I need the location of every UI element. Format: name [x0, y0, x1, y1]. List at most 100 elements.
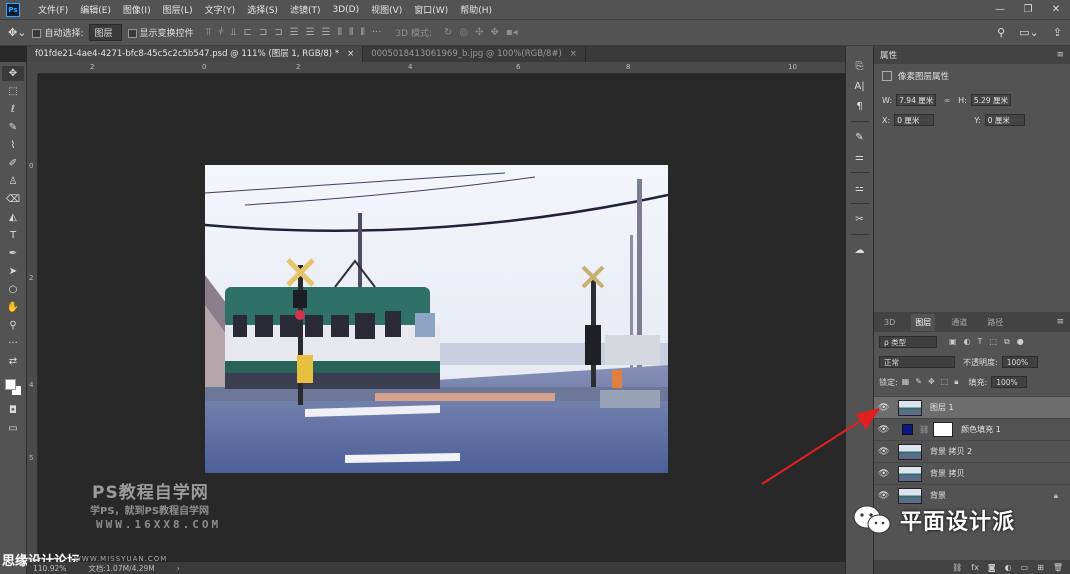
y-field[interactable]: 0 厘米: [984, 114, 1025, 126]
minimize-button[interactable]: —: [986, 4, 1014, 15]
distribute-icon-6[interactable]: ⦀: [360, 27, 364, 38]
marquee-tool-icon[interactable]: ⬚: [2, 84, 24, 99]
auto-select-check-box[interactable]: [32, 29, 42, 38]
3d-pan-icon[interactable]: ✣: [475, 27, 483, 38]
x-field[interactable]: 0 厘米: [894, 114, 935, 126]
blend-mode-dropdown[interactable]: 正常: [879, 356, 955, 368]
brush-settings-icon[interactable]: ✎: [850, 129, 870, 145]
character-icon[interactable]: A|: [850, 78, 870, 94]
type-tool-icon[interactable]: T: [2, 228, 24, 243]
menu-image[interactable]: 图像(I): [117, 3, 157, 16]
close-button[interactable]: ✕: [1042, 4, 1070, 15]
styles-icon[interactable]: ⚍: [850, 180, 870, 196]
stamp-tool-icon[interactable]: ♙: [2, 174, 24, 189]
lock-all-icon[interactable]: 🔒︎: [954, 377, 958, 387]
screen-mode-icon[interactable]: ▭: [2, 421, 24, 436]
properties-tab[interactable]: 属性: [880, 49, 897, 61]
layer-row-color-fill[interactable]: 👁︎ ⛓︎ 颜色填充 1: [874, 418, 1070, 440]
brush-tool-icon[interactable]: ✐: [2, 156, 24, 171]
fill-field[interactable]: 100%: [991, 376, 1028, 388]
filter-shape-icon[interactable]: ⬚: [989, 337, 997, 347]
align-right-icon[interactable]: ⊐: [274, 27, 282, 38]
tab-3d[interactable]: 3D: [880, 315, 899, 330]
path-select-tool-icon[interactable]: ➤: [2, 264, 24, 279]
quick-select-tool-icon[interactable]: ✎: [2, 120, 24, 135]
menu-window[interactable]: 窗口(W): [408, 3, 454, 16]
tab-psd-document[interactable]: f01fde21-4ae4-4271-bfc8-45c5c2c5b547.psd…: [27, 46, 364, 62]
document-canvas-image[interactable]: [205, 165, 668, 473]
align-vcenter-icon[interactable]: ⫩: [218, 27, 224, 38]
paragraph-icon[interactable]: ¶: [850, 98, 870, 114]
add-mask-icon[interactable]: ◙: [988, 563, 996, 572]
align-bottom-icon[interactable]: ⫫: [231, 27, 237, 38]
align-left-icon[interactable]: ⊏: [244, 27, 252, 38]
distribute-icon-5[interactable]: ⦀: [349, 27, 353, 38]
menu-file[interactable]: 文件(F): [32, 3, 74, 16]
tab-paths[interactable]: 路径: [983, 314, 1007, 331]
distribute-icon-3[interactable]: ☰: [322, 27, 331, 38]
foreground-color-swatch[interactable]: [5, 379, 16, 390]
workspace-icon[interactable]: ▭⌄: [1019, 26, 1039, 39]
show-transform-check-box[interactable]: [127, 29, 137, 38]
paint-bucket-tool-icon[interactable]: ◭: [2, 210, 24, 225]
move-tool-icon[interactable]: ✥: [2, 66, 24, 81]
tools-preset-icon[interactable]: ✂: [850, 211, 870, 227]
opacity-field[interactable]: 100%: [1001, 356, 1038, 368]
history-icon[interactable]: ⎘: [850, 58, 870, 74]
menu-filter[interactable]: 滤镜(T): [284, 3, 327, 16]
adjustment-layer-icon[interactable]: ◐: [1005, 563, 1012, 572]
zoom-level[interactable]: 110.92%: [33, 564, 66, 573]
layer-row-bg-copy[interactable]: 👁︎ 背景 拷贝: [874, 462, 1070, 484]
zoom-tool-icon[interactable]: ⚲: [2, 318, 24, 333]
3d-slide-icon[interactable]: ✥: [490, 27, 498, 38]
layer-style-icon[interactable]: fx: [971, 563, 979, 572]
menu-type[interactable]: 文字(Y): [199, 3, 242, 16]
3d-scale-icon[interactable]: ▪◂: [506, 27, 518, 38]
width-field[interactable]: 7.94 厘米: [896, 94, 937, 106]
adjustments-icon[interactable]: ⚌: [850, 149, 870, 165]
search-icon[interactable]: ⚲: [997, 26, 1005, 39]
distribute-icon[interactable]: ☰: [290, 27, 299, 38]
3d-roll-icon[interactable]: ◎: [459, 27, 468, 38]
lasso-tool-icon[interactable]: ℓ: [2, 102, 24, 117]
eraser-tool-icon[interactable]: ⌫: [2, 192, 24, 207]
menu-3d[interactable]: 3D(D): [326, 5, 365, 15]
quick-mask-icon[interactable]: ◘: [2, 403, 24, 418]
tab-layers[interactable]: 图层: [911, 313, 936, 331]
more-options-icon[interactable]: ···: [372, 27, 382, 38]
kind-filter-dropdown[interactable]: ρ 类型: [879, 336, 937, 348]
fill-color-swatch[interactable]: [902, 424, 913, 435]
close-tab-icon[interactable]: ×: [347, 49, 354, 59]
auto-select-target-dropdown[interactable]: 图层: [89, 24, 122, 41]
chain-link-icon[interactable]: ⛓︎: [919, 425, 929, 434]
eyedropper-tool-icon[interactable]: ⌇: [2, 138, 24, 153]
menu-layer[interactable]: 图层(L): [157, 3, 199, 16]
tab-channels[interactable]: 通道: [947, 314, 971, 331]
align-top-icon[interactable]: ⫪: [206, 27, 212, 38]
lock-artboard-icon[interactable]: ⬚: [941, 377, 949, 387]
restore-button[interactable]: ❐: [1014, 4, 1042, 15]
distribute-icon-4[interactable]: ⦀: [338, 27, 342, 38]
show-transform-checkbox[interactable]: 显示变换控件: [127, 26, 194, 39]
lock-pixels-icon[interactable]: ✎: [915, 377, 922, 387]
share-icon[interactable]: ⇪: [1053, 26, 1062, 39]
layer-row-bg-copy-2[interactable]: 👁︎ 背景 拷贝 2: [874, 440, 1070, 462]
swap-colors-icon[interactable]: ⇄: [2, 354, 24, 369]
move-tool-icon[interactable]: ✥⌄: [8, 26, 26, 39]
panel-menu-icon[interactable]: ≡: [1056, 317, 1064, 327]
distribute-icon-2[interactable]: ☰: [306, 27, 315, 38]
menu-view[interactable]: 视图(V): [365, 3, 408, 16]
hand-tool-icon[interactable]: ✋: [2, 300, 24, 315]
group-icon[interactable]: ▭: [1021, 563, 1029, 572]
3d-orbit-icon[interactable]: ↻: [444, 27, 452, 38]
layer-row-layer1[interactable]: 👁︎ 图层 1: [874, 396, 1070, 418]
delete-layer-icon[interactable]: 🗑︎: [1053, 563, 1063, 572]
pen-tool-icon[interactable]: ✒: [2, 246, 24, 261]
more-tools-icon[interactable]: ···: [2, 336, 24, 351]
lock-position-icon[interactable]: ✥: [928, 377, 935, 387]
shape-tool-icon[interactable]: ○: [2, 282, 24, 297]
height-field[interactable]: 5.29 厘米: [970, 94, 1011, 106]
filter-adjust-icon[interactable]: ◐: [964, 337, 971, 347]
link-icon[interactable]: ∞: [940, 96, 954, 105]
menu-help[interactable]: 帮助(H): [454, 3, 498, 16]
